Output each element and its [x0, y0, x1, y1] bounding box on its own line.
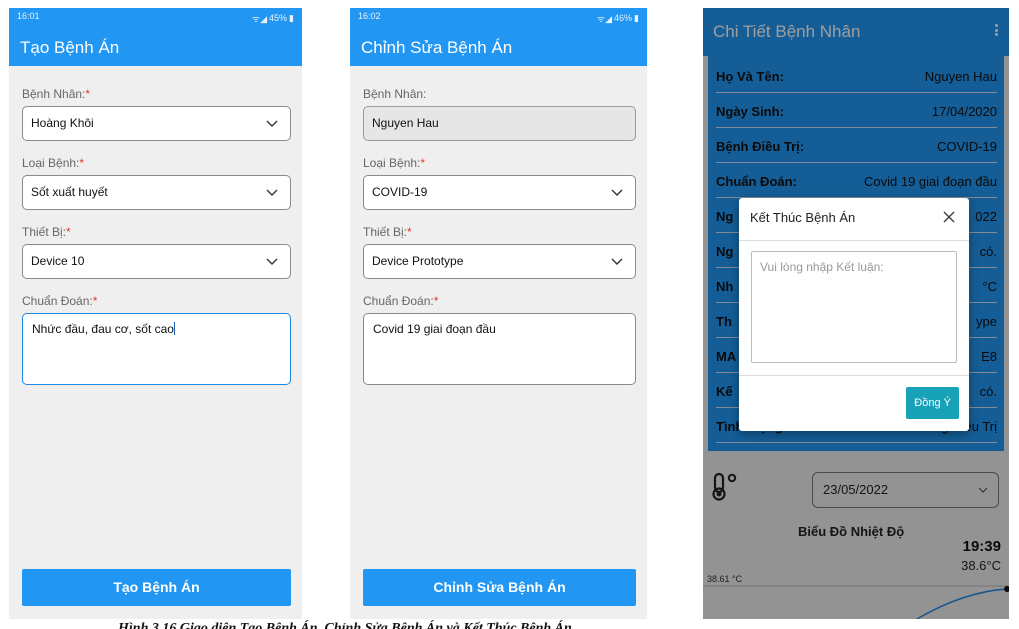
required-mark: * — [420, 156, 426, 170]
signal-icon: ᯤ◢ — [596, 13, 613, 24]
chevron-down-icon — [266, 176, 280, 209]
create-record-screen: 16:01 ᯤ◢ 45% ▮ Tạo Bệnh Án Bệnh Nhân:* H… — [9, 8, 302, 619]
diagnosis-input[interactable]: Covid 19 giai đoạn đầu — [363, 313, 636, 385]
patient-label: Bệnh Nhân: — [22, 87, 86, 101]
diagnosis-label: Chuẩn Đoán: — [363, 294, 434, 308]
required-mark: * — [85, 87, 91, 101]
conclusion-input[interactable]: Vui lòng nhập Kết luận: — [751, 251, 957, 363]
battery-percent: 45% — [269, 13, 288, 23]
text-caret — [173, 322, 175, 335]
conclusion-placeholder: Vui lòng nhập Kết luận: — [760, 260, 884, 274]
device-select[interactable]: Device Prototype — [363, 244, 636, 279]
record-form: Bệnh Nhân:* Hoàng Khôi Loại Bệnh:* Sốt x… — [22, 86, 291, 385]
required-mark: * — [407, 225, 412, 239]
status-bar: 16:02 ᯤ◢ 46% ▮ — [358, 11, 639, 25]
page-title: Chỉnh Sửa Bệnh Án — [361, 38, 513, 57]
diagnosis-input-value: Nhức đầu, đau cơ, sốt cao — [32, 322, 174, 336]
divider — [739, 240, 969, 241]
page-title: Tạo Bệnh Án — [20, 38, 120, 57]
patient-select-value: Hoàng Khôi — [31, 116, 94, 130]
status-time: 16:02 — [358, 11, 381, 21]
diagnosis-label: Chuẩn Đoán: — [22, 294, 93, 308]
patient-label: Bệnh Nhân: — [363, 87, 427, 101]
patient-field-value: Nguyen Hau — [372, 116, 439, 130]
disease-select[interactable]: Sốt xuất huyết — [22, 175, 291, 210]
device-select-value: Device Prototype — [372, 254, 464, 268]
disease-label: Loại Bệnh: — [22, 156, 80, 170]
confirm-button[interactable]: Đồng Ý — [906, 387, 959, 419]
app-bar: 16:01 ᯤ◢ 45% ▮ Tạo Bệnh Án — [9, 8, 302, 66]
required-mark: * — [433, 294, 439, 308]
required-mark: * — [92, 294, 98, 308]
device-label: Thiết Bị: — [22, 225, 67, 239]
status-bar: 16:01 ᯤ◢ 45% ▮ — [17, 11, 294, 25]
chevron-down-icon — [611, 245, 625, 278]
device-select-value: Device 10 — [31, 254, 85, 268]
required-mark: * — [66, 225, 71, 239]
disease-select[interactable]: COVID-19 — [363, 175, 636, 210]
disease-select-value: Sốt xuất huyết — [31, 185, 108, 199]
chevron-down-icon — [266, 107, 280, 140]
app-bar: 16:02 ᯤ◢ 46% ▮ Chỉnh Sửa Bệnh Án — [350, 8, 647, 66]
diagnosis-input-value: Covid 19 giai đoạn đầu — [373, 322, 496, 336]
device-label: Thiết Bị: — [363, 225, 408, 239]
required-mark: * — [79, 156, 85, 170]
edit-record-button[interactable]: Chỉnh Sửa Bệnh Án — [363, 569, 636, 606]
edit-record-screen: 16:02 ᯤ◢ 46% ▮ Chỉnh Sửa Bệnh Án Bệnh Nh… — [350, 8, 647, 619]
chevron-down-icon — [266, 245, 280, 278]
record-form: Bệnh Nhân: Nguyen Hau Loại Bệnh:* COVID-… — [363, 86, 636, 385]
divider — [739, 375, 969, 376]
dialog-title: Kết Thúc Bệnh Án — [750, 210, 856, 225]
patient-detail-screen: Chi Tiết Bệnh Nhân Họ Và Tên: Nguyen Hau N… — [703, 8, 1009, 619]
chevron-down-icon — [611, 176, 625, 209]
battery-percent: 46% — [614, 13, 633, 23]
end-record-dialog: Kết Thúc Bệnh Án Vui lòng nhập Kết luận:… — [739, 198, 969, 431]
close-icon[interactable] — [941, 209, 957, 225]
diagnosis-input[interactable]: Nhức đầu, đau cơ, sốt cao — [22, 313, 291, 385]
device-select[interactable]: Device 10 — [22, 244, 291, 279]
patient-field: Nguyen Hau — [363, 106, 636, 141]
create-record-button[interactable]: Tạo Bệnh Án — [22, 569, 291, 606]
status-time: 16:01 — [17, 11, 40, 21]
signal-icon: ᯤ◢ — [251, 13, 268, 24]
disease-label: Loại Bệnh: — [363, 156, 421, 170]
patient-select[interactable]: Hoàng Khôi — [22, 106, 291, 141]
battery-icon: ▮ — [634, 12, 639, 23]
figure-caption: Hình 3.16 Giao diện Tạo Bệnh Án, Chỉnh S… — [118, 621, 572, 629]
battery-icon: ▮ — [289, 12, 294, 23]
disease-select-value: COVID-19 — [372, 185, 428, 199]
